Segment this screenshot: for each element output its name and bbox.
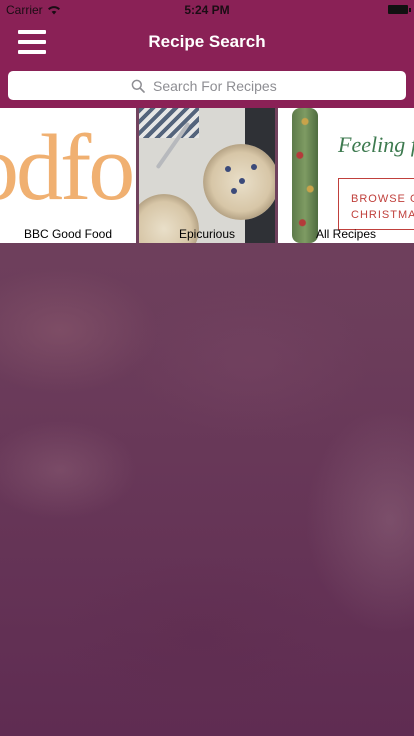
all-recipes-image: Feeling f BROWSE O CHRISTMAS (278, 108, 414, 243)
search-bar (0, 64, 414, 108)
source-tile-epicurious[interactable]: Epicurious (139, 108, 275, 243)
bbc-good-food-logo-text: odfo (0, 116, 135, 220)
page-title: Recipe Search (148, 32, 266, 51)
search-icon (131, 79, 145, 93)
bbc-good-food-image: odfo (0, 108, 136, 243)
status-bar: Carrier 5:24 PM (0, 0, 414, 20)
source-label: BBC Good Food (23, 227, 113, 241)
source-tile-all-recipes[interactable]: Feeling f BROWSE O CHRISTMAS All Recipes (278, 108, 414, 243)
all-recipes-banner-box-text: BROWSE O CHRISTMAS (351, 193, 414, 221)
status-time: 5:24 PM (184, 3, 230, 17)
epicurious-image (139, 108, 275, 243)
search-input[interactable] (153, 77, 283, 94)
all-recipes-banner-text: Feeling f (338, 132, 414, 157)
recipe-source-list: odfo BBC Good Food Epicurious Feeling f … (0, 108, 414, 243)
source-tile-bbc-good-food[interactable]: odfo BBC Good Food (0, 108, 136, 243)
source-label: Epicurious (178, 227, 236, 241)
search-box[interactable] (8, 71, 406, 100)
source-label: All Recipes (315, 227, 377, 241)
navigation-bar: Recipe Search (0, 20, 414, 64)
battery-icon (388, 5, 411, 14)
